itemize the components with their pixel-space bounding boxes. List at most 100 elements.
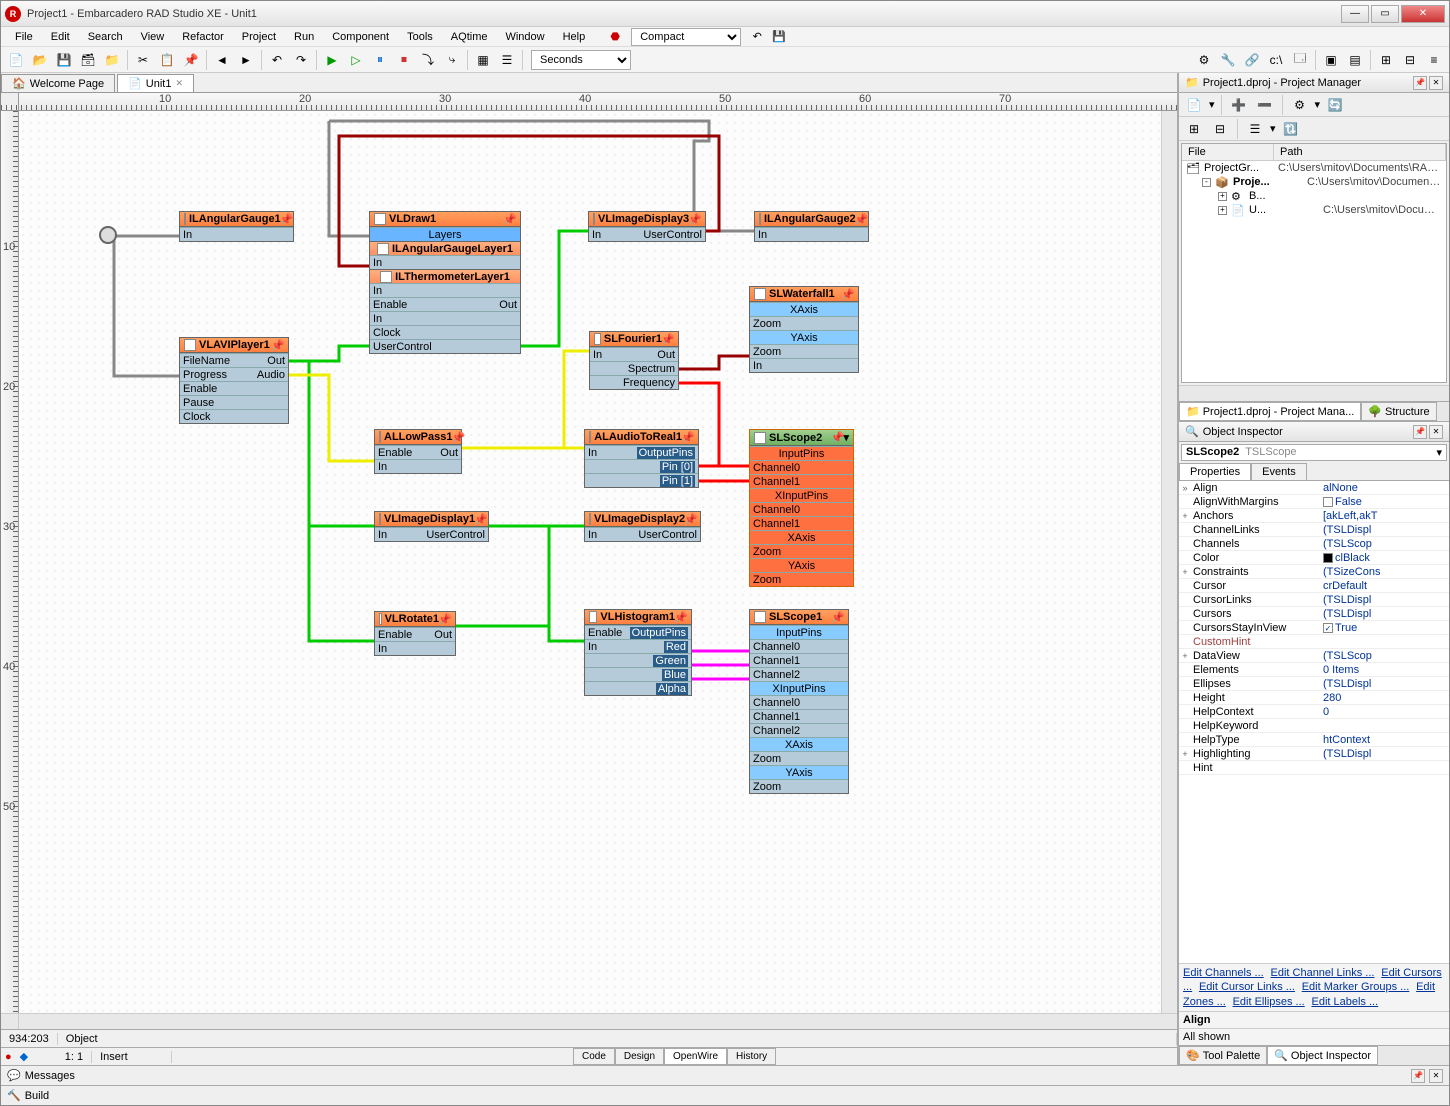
build-tab[interactable]: 🔨 Build: [1, 1085, 1449, 1105]
view-unit-icon[interactable]: ☰: [496, 49, 518, 71]
property-row[interactable]: AlignWithMarginsFalse: [1179, 495, 1449, 509]
property-row[interactable]: »AlignalNone: [1179, 481, 1449, 495]
menu-tools[interactable]: Tools: [399, 29, 441, 45]
pin-icon[interactable]: 📌: [272, 339, 284, 351]
inspector-link[interactable]: Edit Channel Links ...: [1271, 967, 1375, 979]
tab-object-inspector[interactable]: 🔍Object Inspector: [1267, 1046, 1378, 1065]
inspector-link[interactable]: Edit Cursor Links ...: [1199, 981, 1295, 993]
block-scope-2[interactable]: SLScope2📌▾ InputPins Channel0 Channel1 X…: [749, 429, 854, 587]
undo-layout-icon[interactable]: ↶: [747, 28, 767, 46]
collapse-icon[interactable]: ⊟: [1209, 118, 1231, 140]
design-canvas[interactable]: ILAngularGauge1📌 In VLAVIPlayer1📌 FileNa…: [19, 111, 1161, 1013]
pin-icon[interactable]: 📌: [452, 431, 464, 443]
pin-panel-icon[interactable]: 📌: [1413, 76, 1427, 90]
tree-item[interactable]: + ⚙ B...: [1182, 189, 1446, 203]
property-value[interactable]: alNone: [1321, 482, 1449, 494]
property-row[interactable]: Elements0 Items: [1179, 663, 1449, 677]
property-row[interactable]: ColorclBlack: [1179, 551, 1449, 565]
property-row[interactable]: CursorLinks(TSLDispl: [1179, 593, 1449, 607]
property-grid[interactable]: »AlignalNoneAlignWithMarginsFalse+Anchor…: [1179, 481, 1449, 963]
block-scope-1[interactable]: SLScope1📌 InputPins Channel0 Channel1 Ch…: [749, 609, 849, 794]
tree-item[interactable]: 🗂 ProjectGr... C:\Users\mitov\Documents\…: [1182, 161, 1446, 175]
new-file-icon[interactable]: 📄: [1183, 94, 1205, 116]
collapse-icon[interactable]: -: [1202, 178, 1211, 187]
property-row[interactable]: Cursors(TSLDispl: [1179, 607, 1449, 621]
tool5-icon[interactable]: 🗔: [1289, 49, 1311, 71]
remove-icon[interactable]: ➖: [1254, 94, 1276, 116]
pin-icon[interactable]: 📌: [281, 213, 293, 225]
messages-panel-header[interactable]: 💬 Messages 📌 ✕: [1, 1065, 1449, 1085]
saveall-icon[interactable]: 🗃: [77, 49, 99, 71]
menu-window[interactable]: Window: [497, 29, 552, 45]
undo-icon[interactable]: ↶: [266, 49, 288, 71]
property-row[interactable]: +Constraints(TSizeCons: [1179, 565, 1449, 579]
pin-icon[interactable]: 📌: [675, 611, 687, 623]
run-no-debug-icon[interactable]: ▷: [345, 49, 367, 71]
property-value[interactable]: 0: [1321, 706, 1449, 718]
copy-icon[interactable]: 📋: [156, 49, 178, 71]
pin-icon[interactable]: 📌: [832, 611, 844, 623]
snap-icon[interactable]: ⊟: [1399, 49, 1421, 71]
dropdown-icon[interactable]: ▾: [1209, 98, 1215, 111]
dropdown-icon[interactable]: ▾: [1315, 98, 1321, 111]
property-value[interactable]: False: [1321, 496, 1449, 508]
block-histogram[interactable]: VLHistogram1📌 EnableOutputPins InRed Gre…: [584, 609, 692, 696]
property-row[interactable]: +Anchors[akLeft,akT: [1179, 509, 1449, 523]
project-tree[interactable]: File Path 🗂 ProjectGr... C:\Users\mitov\…: [1181, 143, 1447, 383]
block-lowpass[interactable]: ALLowPass1📌 EnableOut In: [374, 429, 462, 474]
grid-icon[interactable]: ⊞: [1375, 49, 1397, 71]
time-unit-combo[interactable]: Seconds: [531, 50, 631, 70]
record-icon[interactable]: ●: [1, 1051, 16, 1063]
tab-unit1[interactable]: 📄Unit1✕: [117, 74, 194, 92]
property-row[interactable]: +DataView(TSLScop: [1179, 649, 1449, 663]
expand-icon[interactable]: »: [1179, 483, 1191, 493]
block-rotate[interactable]: VLRotate1📌 EnableOut In: [374, 611, 456, 656]
pin-icon[interactable]: 📌: [475, 513, 487, 525]
menu-aqtime[interactable]: AQtime: [443, 29, 496, 45]
property-value[interactable]: (TSLDispl: [1321, 678, 1449, 690]
expand-icon[interactable]: +: [1179, 749, 1191, 759]
sync-icon[interactable]: 🔄: [1324, 94, 1346, 116]
close-panel-icon[interactable]: ✕: [1429, 425, 1443, 439]
layout-combo[interactable]: Compact: [631, 28, 741, 46]
property-value[interactable]: clBlack: [1321, 552, 1449, 564]
property-row[interactable]: CursorcrDefault: [1179, 579, 1449, 593]
maximize-button[interactable]: ▭: [1371, 5, 1399, 23]
tab-welcome[interactable]: 🏠Welcome Page: [1, 74, 115, 92]
pin-icon[interactable]: 📌: [439, 613, 451, 625]
stop-icon[interactable]: ⬣: [605, 28, 625, 46]
tree-item[interactable]: - 📦 Proje... C:\Users\mitov\Documents\RA…: [1182, 175, 1446, 189]
redo-icon[interactable]: ↷: [290, 49, 312, 71]
pin-icon[interactable]: 📌: [504, 213, 516, 225]
menu-view[interactable]: View: [133, 29, 173, 45]
block-angular-gauge-2[interactable]: ILAngularGauge2📌 In: [754, 211, 869, 242]
pin-icon[interactable]: 📌: [662, 333, 674, 345]
marker-icon[interactable]: ◆: [16, 1050, 32, 1063]
menu-component[interactable]: Component: [324, 29, 397, 45]
expand-icon[interactable]: +: [1179, 567, 1191, 577]
block-angular-gauge-1[interactable]: ILAngularGauge1📌 In: [179, 211, 294, 242]
menu-edit[interactable]: Edit: [43, 29, 78, 45]
menu-run[interactable]: Run: [286, 29, 322, 45]
pin-icon[interactable]: 📌: [842, 288, 854, 300]
tool3-icon[interactable]: 🔗: [1241, 49, 1263, 71]
property-value[interactable]: htContext: [1321, 734, 1449, 746]
menu-project[interactable]: Project: [234, 29, 284, 45]
terminal-icon[interactable]: c:\: [1265, 49, 1287, 71]
tool6-icon[interactable]: ▣: [1320, 49, 1342, 71]
expand-icon[interactable]: +: [1218, 206, 1227, 215]
property-value[interactable]: ✓True: [1321, 622, 1449, 634]
property-row[interactable]: Hint: [1179, 761, 1449, 775]
block-audio-to-real[interactable]: ALAudioToReal1📌 InOutputPins Pin [0] Pin…: [584, 429, 699, 488]
property-value[interactable]: (TSLDispl: [1321, 608, 1449, 620]
paste-icon[interactable]: 📌: [180, 49, 202, 71]
scrollbar-horizontal[interactable]: [1179, 385, 1449, 401]
expand-icon[interactable]: ⊞: [1183, 118, 1205, 140]
dropdown-icon[interactable]: ▾: [1436, 446, 1442, 459]
tab-events[interactable]: Events: [1251, 463, 1307, 480]
tree-item[interactable]: + 📄 U... C:\Users\mitov\Documents\RAD St…: [1182, 203, 1446, 217]
scrollbar-vertical[interactable]: [1161, 111, 1177, 1013]
pin-panel-icon[interactable]: 📌: [1411, 1069, 1425, 1083]
close-panel-icon[interactable]: ✕: [1429, 76, 1443, 90]
property-value[interactable]: [akLeft,akT: [1321, 510, 1449, 522]
